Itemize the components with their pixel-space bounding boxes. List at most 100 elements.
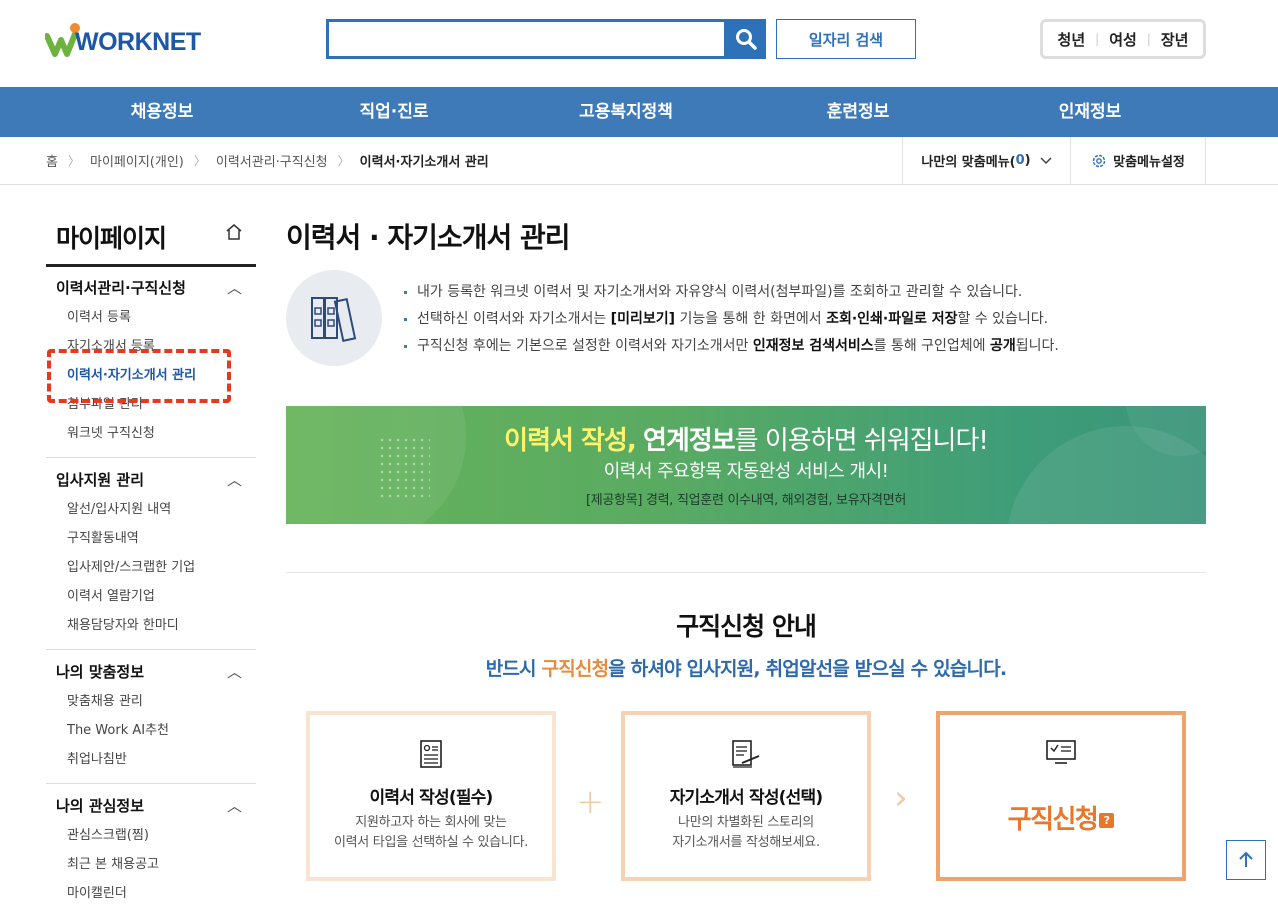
sidebar-item-job-activity[interactable]: 구직활동내역 [46,524,256,553]
binder-icon [286,270,382,366]
sidebar-item-worknet-apply[interactable]: 워크넷 구직신청 [46,419,256,448]
sidebar-title: 마이페이지 [46,214,256,267]
chevron-up-icon: ︿ [226,471,242,489]
step-title: 이력서 작성(필수) [369,788,494,808]
scroll-to-top-button[interactable] [1226,840,1266,880]
step-description: 나만의 차별화된 스토리의 자기소개서를 작성해보세요. [672,815,820,850]
banner-items: [제공항목] 경력, 직업훈련 이수내역, 해외경험, 보유자격면허 [585,493,907,508]
plus-icon: + [576,782,605,822]
sidebar-group-interests: 나의 관심정보 ︿ 관심스크랩(찜) 최근 본 채용공고 마이캘린더 [46,791,256,908]
chevron-down-icon [1040,156,1052,164]
sidebar-group-title[interactable]: 이력서관리·구직신청 ︿ [46,273,256,303]
worknet-logo[interactable]: WORKNET [45,20,205,60]
nav-item-welfare[interactable]: 고용복지정책 [526,87,726,137]
chevron-right-icon: › [894,778,908,818]
monitor-check-icon [940,739,1182,765]
main-nav: 채용정보 직업·진로 고용복지정책 훈련정보 인재정보 [0,87,1278,137]
search-input[interactable] [329,22,724,56]
gear-icon [1092,154,1106,167]
sidebar-group-label: 나의 맞춤정보 [56,663,145,681]
sidebar-item-cover-letter-register[interactable]: 자기소개서 등록 [46,332,256,361]
quick-link-senior[interactable]: 장년 [1151,29,1199,50]
breadcrumb: 홈 〉 마이페이지(개인) 〉 이력서관리·구직신청 〉 이력서·자기소개서 관… [46,137,489,184]
my-menu-label: 나만의 맞춤메뉴( [921,155,1016,170]
intro-list: 내가 등록한 워크넷 이력서 및 자기소개서와 자유양식 이력서(첨부파일)를 … [404,279,1059,360]
auto-complete-banner[interactable]: 이력서 작성, 연계정보를 이용하면 쉬워집니다! 이력서 주요항목 자동완성 … [286,406,1206,524]
banner-subline: 이력서 주요항목 자동완성 서비스 개시! [603,461,889,482]
page-title: 이력서 · 자기소개서 관리 [286,221,570,254]
quick-link-women[interactable]: 여성 [1099,29,1147,50]
sidebar-group-resume: 이력서관리·구직신청 ︿ 이력서 등록 자기소개서 등록 이력서·자기소개서 관리… [46,273,256,448]
job-search-button[interactable]: 일자리 검색 [776,19,916,59]
breadcrumb-bar: 홈 〉 마이페이지(개인) 〉 이력서관리·구직신청 〉 이력서·자기소개서 관… [0,137,1278,185]
sidebar-item-resume-manage[interactable]: 이력서·자기소개서 관리 [46,361,256,390]
intro-line: 내가 등록한 워크넷 이력서 및 자기소개서와 자유양식 이력서(첨부파일)를 … [404,279,1059,306]
breadcrumb-home[interactable]: 홈 [46,151,58,170]
sidebar-group-title[interactable]: 나의 맞춤정보 ︿ [46,657,256,687]
chevron-up-icon: ︿ [226,279,242,297]
home-icon[interactable] [224,222,244,242]
divider [46,457,256,458]
sidebar-item-attachment-manage[interactable]: 첨부파일 관리 [46,390,256,419]
cover-letter-pen-icon [625,739,867,769]
sidebar-item-calendar[interactable]: 마이캘린더 [46,879,256,908]
divider [46,649,256,650]
resume-doc-icon [310,739,552,769]
banner-headline: 이력서 작성, 연계정보를 이용하면 쉬워집니다! [504,426,989,456]
my-menu-close-paren: ) [1024,153,1031,168]
step-title: 자기소개서 작성(선택) [669,788,823,808]
sidebar-item-application-history[interactable]: 알선/입사지원 내역 [46,495,256,524]
sidebar-title-text: 마이페이지 [56,224,167,253]
step-cover-letter-write[interactable]: 자기소개서 작성(선택) 나만의 차별화된 스토리의 자기소개서를 작성해보세요. [621,711,871,881]
sidebar-group-label: 이력서관리·구직신청 [56,279,186,297]
logo-text: WORKNET [75,28,201,56]
sidebar-item-scraps[interactable]: 관심스크랩(찜) [46,821,256,850]
sidebar-item-resume-viewers[interactable]: 이력서 열람기업 [46,582,256,611]
sidebar-item-custom-jobs[interactable]: 맞춤채용 관리 [46,687,256,716]
sidebar-group-title[interactable]: 입사지원 관리 ︿ [46,465,256,495]
divider [46,783,256,784]
breadcrumb-mypage[interactable]: 마이페이지(개인) [90,151,184,170]
menu-settings-label: 맞춤메뉴설정 [1113,155,1185,170]
arrow-up-icon [1239,851,1253,867]
chevron-right-icon: 〉 [67,154,80,168]
intro-line: 구직신청 후에는 기본으로 설정한 이력서와 자기소개서만 인재정보 검색서비스… [404,333,1059,360]
guide-title: 구직신청 안내 [676,612,817,641]
search-icon [736,29,757,50]
chevron-up-icon: ︿ [226,797,242,815]
sidebar-group-label: 나의 관심정보 [56,797,145,815]
nav-item-talent[interactable]: 인재정보 [990,87,1190,137]
search-button[interactable] [726,19,766,59]
help-badge-icon[interactable]: ? [1099,813,1115,828]
chevron-up-icon: ︿ [226,663,242,681]
intro-line: 선택하신 이력서와 자기소개서는 [미리보기] 기능을 통해 한 화면에서 조회… [404,306,1059,333]
sidebar-group-application: 입사지원 관리 ︿ 알선/입사지원 내역 구직활동내역 입사제안/스크랩한 기업 … [46,465,256,640]
sidebar-group-label: 입사지원 관리 [56,471,145,489]
nav-item-training[interactable]: 훈련정보 [758,87,958,137]
guide-subtitle: 반드시 구직신청을 하셔야 입사지원, 취업알선을 받으실 수 있습니다. [485,658,1007,680]
quick-link-youth[interactable]: 청년 [1048,29,1096,50]
step-title: 구직신청? [940,799,1182,836]
sidebar-item-career-compass[interactable]: 취업나침반 [46,745,256,774]
sidebar-item-recruiter-message[interactable]: 채용담당자와 한마디 [46,611,256,640]
sidebar-item-resume-register[interactable]: 이력서 등록 [46,303,256,332]
menu-settings-button[interactable]: 맞춤메뉴설정 [1070,137,1206,184]
chevron-right-icon: 〉 [337,154,350,168]
nav-item-career[interactable]: 직업·진로 [294,87,494,137]
divider [286,572,1206,573]
my-custom-menu-button[interactable]: 나만의 맞춤메뉴(0) [902,137,1071,184]
breadcrumb-current: 이력서·자기소개서 관리 [359,155,489,170]
sidebar-group-title[interactable]: 나의 관심정보 ︿ [46,791,256,821]
sidebar-item-ai-recommend[interactable]: The Work AI추천 [46,716,256,745]
sidebar-item-recent-jobs[interactable]: 최근 본 채용공고 [46,850,256,879]
step-job-apply[interactable]: 구직신청? [936,711,1186,881]
chevron-right-icon: 〉 [193,154,206,168]
quick-links: 청년 | 여성 | 장년 [1040,19,1206,59]
my-menu-count: 0 [1015,153,1025,168]
breadcrumb-resume-apply[interactable]: 이력서관리·구직신청 [216,151,328,170]
header: WORKNET 일자리 검색 청년 | 여성 | 장년 [0,0,1278,87]
sidebar-item-offers-scraps[interactable]: 입사제안/스크랩한 기업 [46,553,256,582]
nav-item-jobs[interactable]: 채용정보 [62,87,262,137]
step-resume-write[interactable]: 이력서 작성(필수) 지원하고자 하는 회사에 맞는 이력서 타입을 선택하실 수… [306,711,556,881]
search-input-wrap [326,19,727,59]
